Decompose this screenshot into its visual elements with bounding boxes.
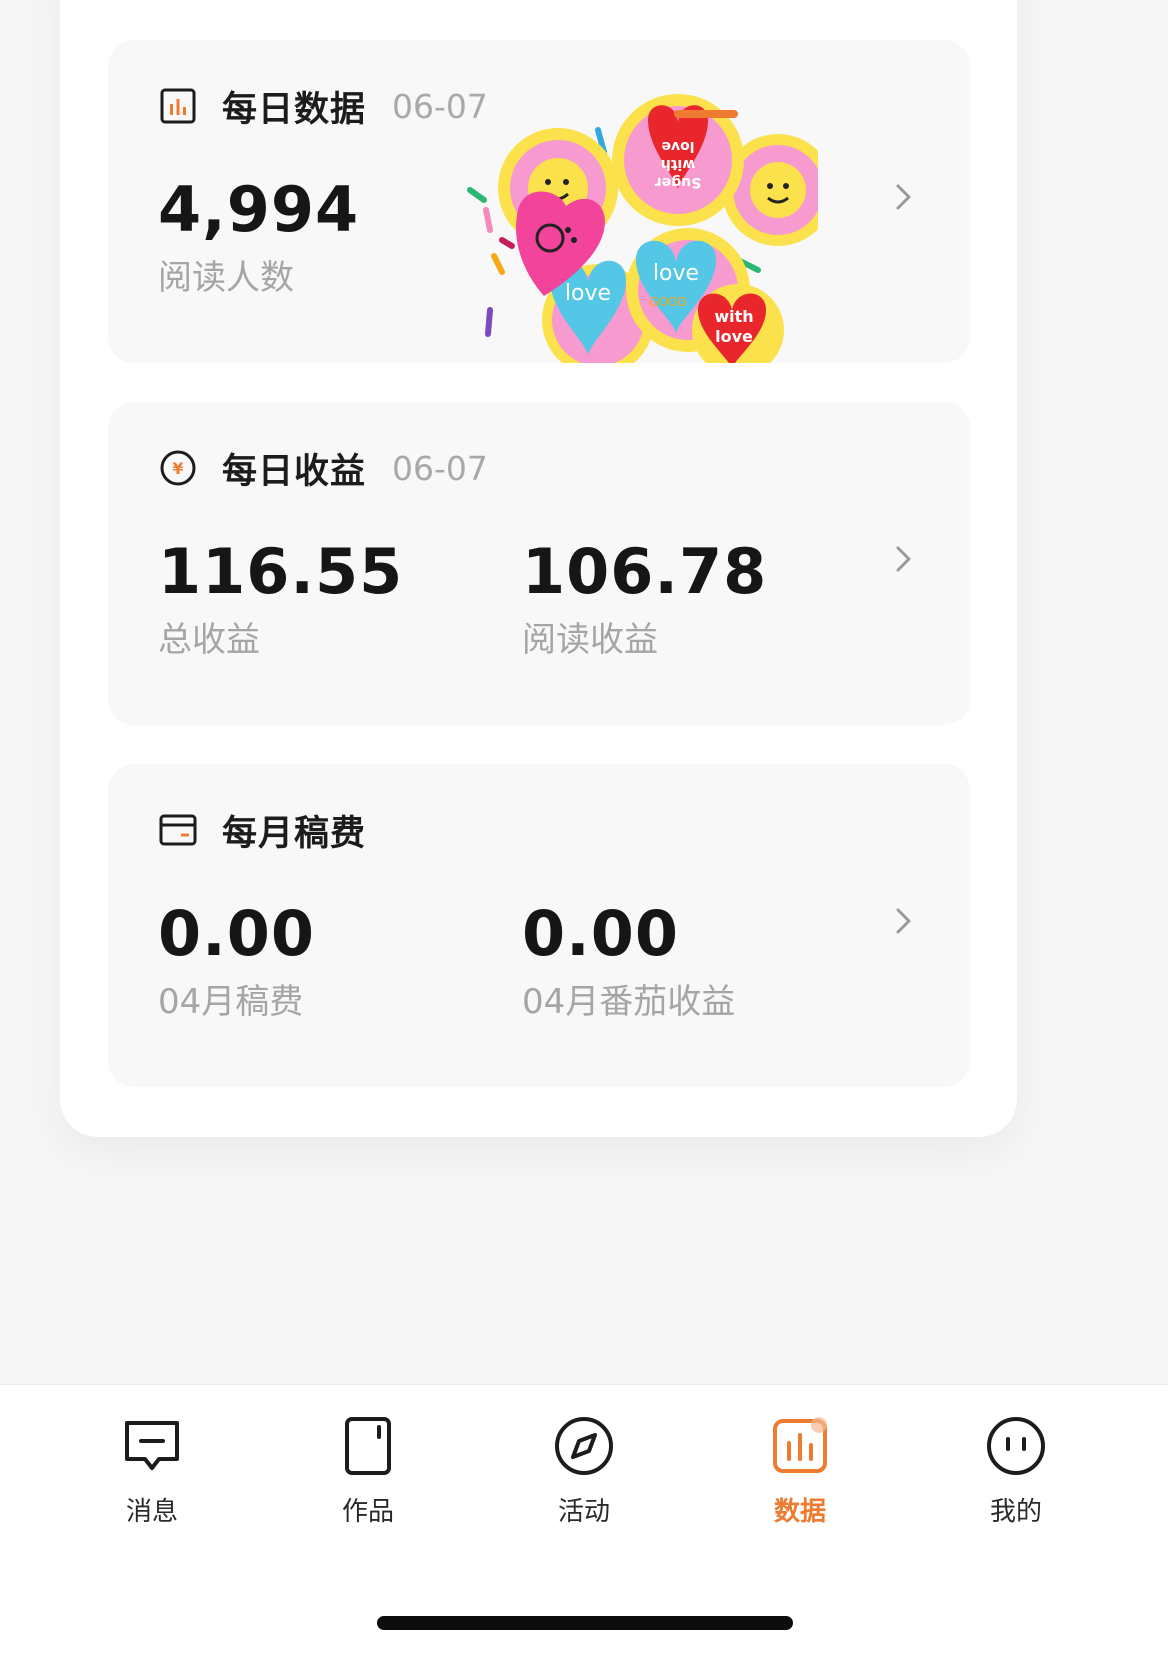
tab-label: 作品 — [341, 1497, 394, 1527]
monthly-fee-value: 0.00 — [158, 897, 315, 970]
compass-icon — [555, 1417, 613, 1475]
monthly-fee-metric: 0.00 04月稿费 — [158, 896, 315, 1023]
works-icon — [345, 1417, 391, 1475]
readers-value: 4,994 — [158, 173, 360, 246]
svg-text:love: love — [565, 281, 611, 306]
svg-text:GOOD: GOOD — [649, 295, 686, 309]
data-chart-icon — [773, 1417, 827, 1473]
monthly-fee-header: 每月稿费 — [158, 808, 366, 854]
tab-label: 数据 — [773, 1497, 826, 1527]
tab-label: 消息 — [125, 1497, 178, 1527]
total-income-metric: 116.55 总收益 — [158, 534, 403, 661]
bar-chart-icon — [158, 86, 198, 126]
profile-face-icon — [987, 1417, 1045, 1475]
daily-income-header: ¥ 每日收益 06-07 — [158, 446, 488, 492]
total-income-value: 116.55 — [158, 535, 404, 608]
svg-text:with: with — [661, 156, 695, 172]
wallet-card-icon — [158, 810, 198, 850]
svg-text:love: love — [661, 138, 694, 154]
chevron-right-icon[interactable] — [888, 544, 918, 574]
svg-text:love: love — [653, 261, 699, 286]
tab-label: 活动 — [557, 1497, 610, 1527]
tab-activity[interactable]: 活动 — [519, 1413, 649, 1528]
readers-label: 阅读人数 — [158, 258, 294, 298]
daily-income-card[interactable]: ¥ 每日收益 06-07 116.55 总收益 106.78 阅读收益 — [108, 402, 970, 725]
read-income-label: 阅读收益 — [522, 620, 658, 660]
read-income-value: 106.78 — [522, 535, 768, 608]
chevron-right-icon[interactable] — [888, 182, 918, 212]
tab-label: 我的 — [989, 1497, 1042, 1527]
card-title: 每日收益 — [222, 451, 367, 492]
monthly-fee-card[interactable]: 每月稿费 0.00 04月稿费 0.00 04月番茄收益 — [108, 764, 970, 1087]
card-date: 06-07 — [392, 448, 488, 488]
tab-data[interactable]: 数据 — [735, 1413, 865, 1528]
tab-messages[interactable]: 消息 — [87, 1413, 217, 1528]
home-indicator — [377, 1616, 793, 1630]
love-stickers-illustration: love with Suger love love GOOD with love — [467, 94, 818, 363]
fanqie-income-metric: 0.00 04月番茄收益 — [522, 896, 735, 1023]
tab-works[interactable]: 作品 — [303, 1413, 433, 1528]
message-icon — [125, 1421, 179, 1470]
card-title: 每月稿费 — [222, 813, 367, 854]
chevron-right-icon[interactable] — [888, 906, 918, 936]
yuan-coin-icon: ¥ — [158, 448, 198, 488]
svg-text:Suger: Suger — [655, 174, 702, 190]
total-income-label: 总收益 — [158, 620, 260, 660]
svg-text:¥: ¥ — [172, 459, 183, 478]
fanqie-income-label: 04月番茄收益 — [522, 982, 736, 1022]
svg-text:with: with — [714, 307, 753, 326]
card-title: 每日数据 — [222, 89, 367, 130]
svg-text:love: love — [715, 327, 753, 346]
tab-mine[interactable]: 我的 — [951, 1413, 1081, 1528]
daily-data-card[interactable]: 每日数据 06-07 4,994 阅读人数 love with Suger lo… — [108, 40, 970, 363]
read-income-metric: 106.78 阅读收益 — [522, 534, 767, 661]
fanqie-income-value: 0.00 — [522, 897, 679, 970]
monthly-fee-label: 04月稿费 — [158, 982, 304, 1022]
readers-metric: 4,994 阅读人数 — [158, 172, 359, 299]
